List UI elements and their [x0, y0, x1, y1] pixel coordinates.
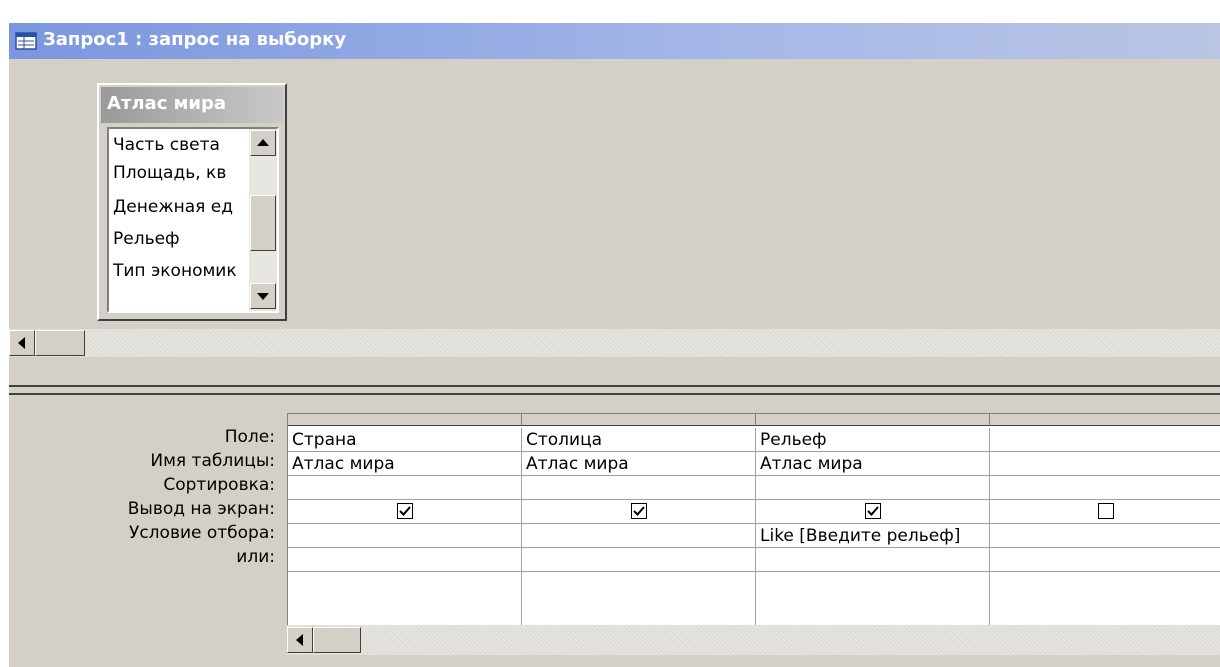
table-pane-hscrollbar[interactable]: [9, 329, 1220, 357]
arrow-left-icon: [18, 337, 25, 349]
field-list[interactable]: Часть света Площадь, кв Денежная ед Рель…: [107, 127, 279, 313]
sort-cell[interactable]: [756, 476, 990, 500]
row-label-show: Вывод на экран:: [127, 499, 275, 519]
checkmark-icon: [633, 506, 645, 516]
field-list-scrollbar[interactable]: [249, 129, 277, 311]
field-list-item[interactable]: Денежная ед: [113, 193, 251, 221]
field-cell[interactable]: Рельеф: [756, 428, 990, 452]
checkmark-icon: [867, 506, 879, 516]
or-cell[interactable]: [990, 548, 1220, 572]
grid-hscroll-thumb[interactable]: [313, 627, 361, 653]
sort-cell[interactable]: [522, 476, 756, 500]
grid-scroll-left-button[interactable]: [287, 627, 313, 653]
table-pane: Атлас мира Часть света Площадь, кв Денеж…: [9, 59, 1220, 367]
show-cell: [990, 500, 1220, 524]
column-selector[interactable]: [288, 414, 522, 426]
field-list-item[interactable]: Площадь, кв: [113, 159, 251, 187]
sort-cell[interactable]: [288, 476, 522, 500]
or-cell[interactable]: [288, 548, 522, 572]
empty-cell[interactable]: [522, 572, 756, 626]
query-design-grid: Страна Столица Рельеф Атлас мира Атлас м…: [287, 413, 1220, 626]
empty-cell[interactable]: [288, 572, 522, 626]
field-list-item[interactable]: Часть света: [113, 131, 251, 159]
criteria-cell[interactable]: Like [Введите рельеф]: [756, 524, 990, 548]
row-label-sort: Сортировка:: [163, 475, 275, 495]
table-name: Атлас мира: [107, 93, 226, 114]
field-cell[interactable]: Страна: [288, 428, 522, 452]
scroll-up-button[interactable]: [250, 130, 276, 156]
show-cell: [288, 500, 522, 524]
show-checkbox[interactable]: [865, 503, 881, 519]
grid-hscrollbar[interactable]: [287, 625, 1220, 655]
query-window-icon: [15, 32, 37, 50]
table-box-title-bar[interactable]: Атлас мира: [101, 87, 283, 123]
scroll-left-button[interactable]: [9, 330, 35, 356]
window-title: Запрос1 : запрос на выборку: [43, 29, 347, 50]
table-cell[interactable]: Атлас мира: [756, 452, 990, 476]
field-cell[interactable]: Столица: [522, 428, 756, 452]
sort-cell[interactable]: [990, 476, 1220, 500]
row-label-table: Имя таблицы:: [150, 451, 275, 471]
title-bar[interactable]: Запрос1 : запрос на выборку: [9, 23, 1220, 59]
table-cell[interactable]: [990, 452, 1220, 476]
column-selector[interactable]: [522, 414, 756, 426]
table-field-list[interactable]: Атлас мира Часть света Площадь, кв Денеж…: [97, 83, 287, 321]
row-label-or: или:: [236, 547, 275, 567]
criteria-cell[interactable]: [288, 524, 522, 548]
field-list-item[interactable]: Тип экономик: [113, 257, 251, 285]
query-design-window: Запрос1 : запрос на выборку Атлас мира Ч…: [8, 22, 1220, 667]
arrow-down-icon: [257, 293, 269, 300]
table-cell[interactable]: Атлас мира: [522, 452, 756, 476]
arrow-left-icon: [296, 634, 303, 646]
column-selector[interactable]: [990, 414, 1220, 426]
column-selector[interactable]: [756, 414, 990, 426]
hscroll-thumb[interactable]: [35, 330, 85, 356]
row-label-field: Поле:: [224, 427, 275, 447]
scroll-thumb[interactable]: [250, 195, 276, 251]
show-cell: [522, 500, 756, 524]
field-list-item[interactable]: Рельеф: [113, 225, 251, 253]
show-checkbox[interactable]: [631, 503, 647, 519]
empty-cell[interactable]: [756, 572, 990, 626]
show-checkbox[interactable]: [1098, 503, 1114, 519]
row-label-criteria: Условие отбора:: [128, 523, 275, 543]
scroll-down-button[interactable]: [250, 283, 276, 309]
criteria-cell[interactable]: [990, 524, 1220, 548]
empty-cell[interactable]: [990, 572, 1220, 626]
table-cell[interactable]: Атлас мира: [288, 452, 522, 476]
or-cell[interactable]: [522, 548, 756, 572]
show-cell: [756, 500, 990, 524]
pane-splitter[interactable]: [9, 385, 1220, 395]
arrow-up-icon: [257, 139, 269, 146]
criteria-cell[interactable]: [522, 524, 756, 548]
design-grid-pane: Поле: Имя таблицы: Сортировка: Вывод на …: [9, 397, 1220, 667]
or-cell[interactable]: [756, 548, 990, 572]
show-checkbox[interactable]: [397, 503, 413, 519]
checkmark-icon: [399, 506, 411, 516]
field-cell[interactable]: [990, 428, 1220, 452]
